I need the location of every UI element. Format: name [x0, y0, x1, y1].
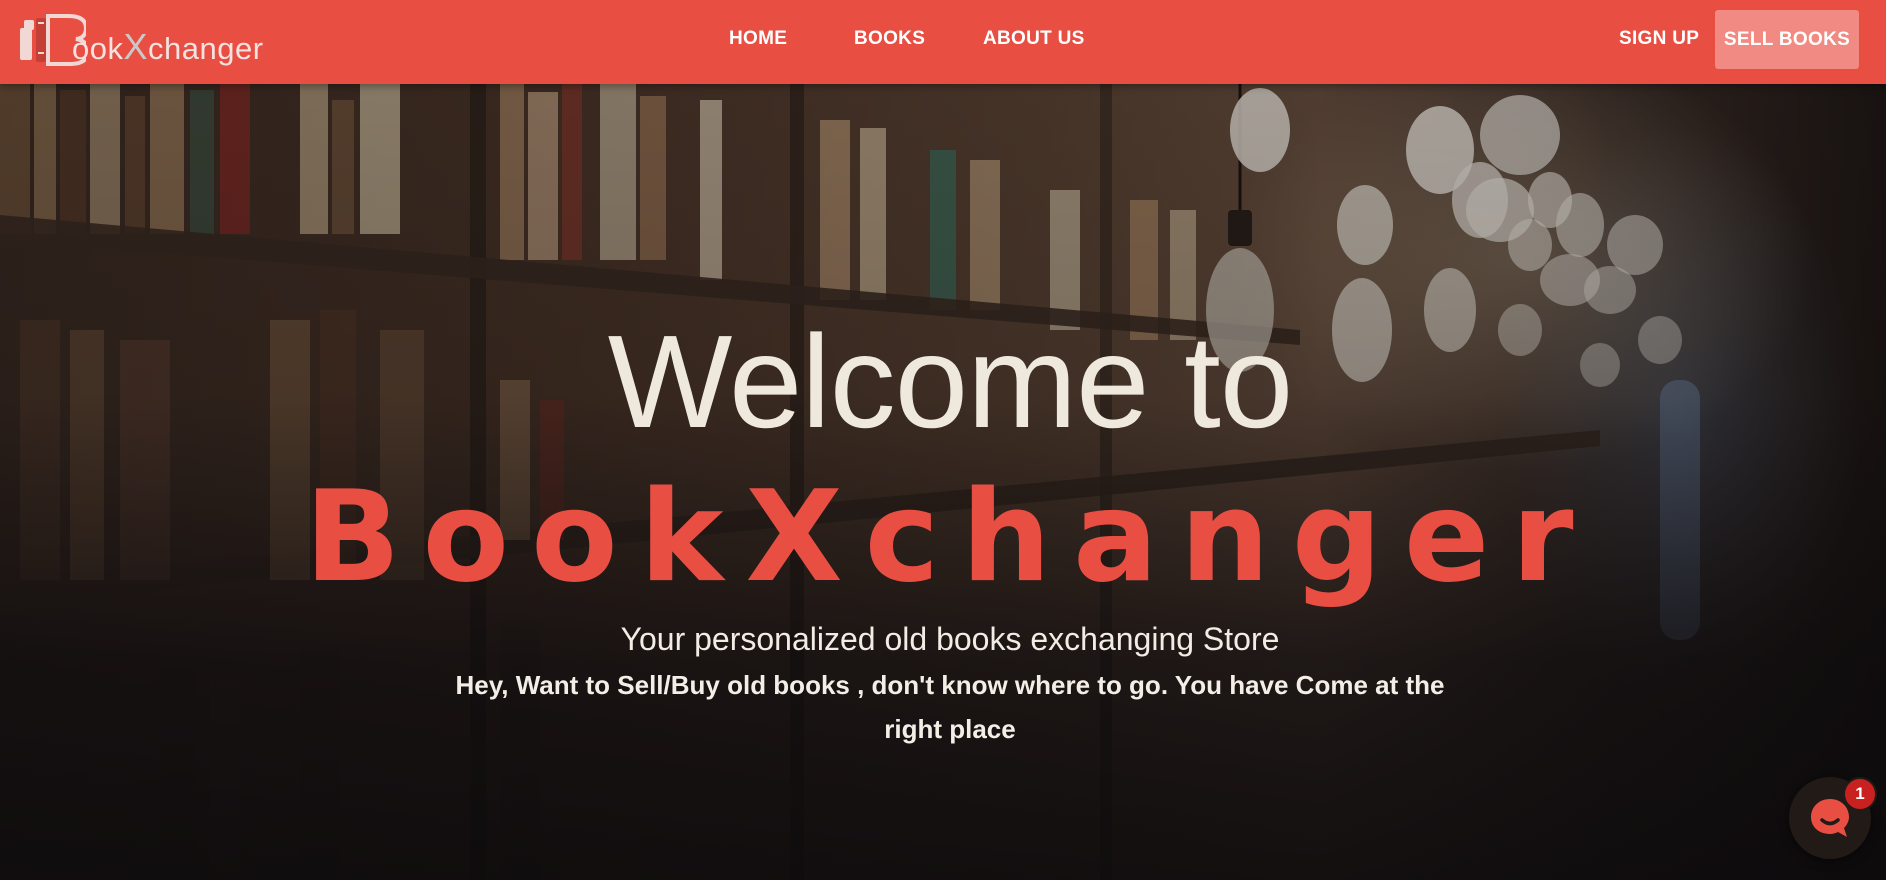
- logo-text-suffix: changer: [148, 31, 264, 66]
- hero-brand-name: BookXchanger: [304, 463, 1596, 610]
- nav-link-books[interactable]: BOOKS: [854, 28, 925, 50]
- hero-subtext: Hey, Want to Sell/Buy old books , don't …: [455, 670, 1445, 744]
- top-navbar: ookXchanger HOME BOOKS ABOUT US SIGN UP …: [0, 0, 1886, 84]
- nav-link-about-us[interactable]: ABOUT US: [983, 28, 1085, 50]
- logo-text-prefix: ook: [72, 31, 124, 66]
- logo-text-x: X: [123, 26, 148, 67]
- site-logo[interactable]: ookXchanger: [18, 10, 298, 68]
- nav-link-home[interactable]: HOME: [729, 28, 787, 50]
- hero-welcome-heading: Welcome to: [607, 308, 1293, 455]
- sell-books-button[interactable]: SELL BOOKS: [1715, 10, 1859, 69]
- sign-up-link[interactable]: SIGN UP: [1619, 28, 1699, 50]
- chat-notification-badge: 1: [1843, 777, 1877, 811]
- logo-wordmark: ookXchanger: [72, 26, 264, 68]
- hero-tagline: Your personalized old books exchanging S…: [620, 621, 1280, 657]
